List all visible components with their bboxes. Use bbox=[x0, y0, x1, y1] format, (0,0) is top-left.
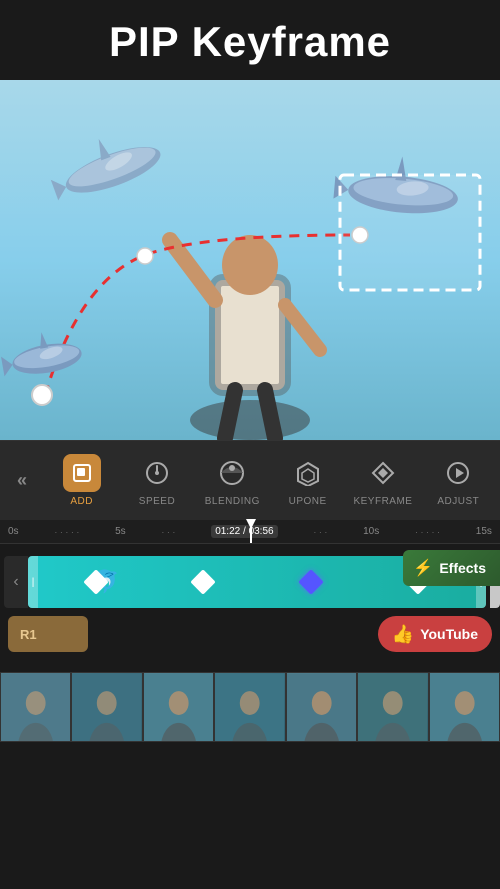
youtube-button[interactable]: 👍 YouTube bbox=[378, 616, 492, 652]
blending-icon bbox=[213, 454, 251, 492]
film-frame-2 bbox=[71, 672, 142, 742]
ruler-mark-15s: 15s bbox=[476, 526, 492, 537]
sky-background bbox=[0, 80, 500, 440]
upone-label: UPONE bbox=[289, 496, 327, 507]
filmstrip bbox=[0, 672, 500, 742]
film-frame-7 bbox=[429, 672, 500, 742]
effects-label: Effects bbox=[439, 560, 486, 576]
upone-icon bbox=[289, 454, 327, 492]
film-frame-4 bbox=[214, 672, 285, 742]
add-icon bbox=[63, 454, 101, 492]
effects-lightning-icon: ⚡ bbox=[413, 558, 433, 578]
film-frame-5 bbox=[286, 672, 357, 742]
film-frame-6 bbox=[357, 672, 428, 742]
ruler-mark-0s: 0s bbox=[8, 526, 19, 537]
toolbar-item-speed[interactable]: SPEED bbox=[127, 454, 187, 507]
keyframe-diamond-selected[interactable] bbox=[298, 569, 323, 594]
track-handle-left[interactable]: ‹ bbox=[4, 556, 28, 608]
timeline-ruler: 0s · · · · · 5s · · · 01:22 / 03:56 · · … bbox=[0, 520, 500, 544]
toolbar-item-blending[interactable]: BLENDING bbox=[202, 454, 262, 507]
back-button[interactable]: « bbox=[4, 463, 40, 499]
blending-label: BLENDING bbox=[205, 496, 260, 507]
page-title: PIP Keyframe bbox=[10, 18, 490, 66]
header: PIP Keyframe bbox=[0, 0, 500, 80]
effects-button[interactable]: ⚡ Effects bbox=[403, 550, 500, 586]
speed-label: SPEED bbox=[139, 496, 175, 507]
ruler-mark-5s: 5s bbox=[115, 526, 126, 537]
youtube-thumb-icon: 👍 bbox=[392, 624, 414, 645]
back-icon: « bbox=[17, 470, 27, 491]
timeline-container: 0s · · · · · 5s · · · 01:22 / 03:56 · · … bbox=[0, 520, 500, 825]
keyframe-diamond-2[interactable] bbox=[191, 569, 216, 594]
track-row-2: R1 👍 YouTube bbox=[0, 612, 500, 656]
video-preview bbox=[0, 80, 500, 440]
toolbar-item-adjust[interactable]: ADJUST bbox=[428, 454, 488, 507]
toolbar-items: ADD SPEED BLENDING bbox=[44, 454, 496, 507]
toolbar-item-add[interactable]: ADD bbox=[52, 454, 112, 507]
adjust-icon bbox=[439, 454, 477, 492]
toolbar-item-keyframe[interactable]: KEYFRAME bbox=[353, 454, 413, 507]
clip-left-handle[interactable]: | bbox=[28, 556, 38, 608]
film-frame-1 bbox=[0, 672, 71, 742]
keyframe-icon bbox=[364, 454, 402, 492]
track-r1-label: R1 bbox=[8, 616, 88, 652]
playhead bbox=[250, 520, 252, 543]
youtube-label: YouTube bbox=[420, 626, 478, 642]
toolbar: « ADD SPEED bbox=[0, 440, 500, 520]
add-label: ADD bbox=[70, 496, 93, 507]
toolbar-item-upone[interactable]: UPONE bbox=[278, 454, 338, 507]
ruler-mark-10s: 10s bbox=[363, 526, 379, 537]
adjust-label: ADJUST bbox=[437, 496, 479, 507]
film-frame-3 bbox=[143, 672, 214, 742]
keyframe-label: KEYFRAME bbox=[353, 496, 412, 507]
speed-icon bbox=[138, 454, 176, 492]
current-time: 01:22 / 03:56 bbox=[211, 525, 277, 538]
